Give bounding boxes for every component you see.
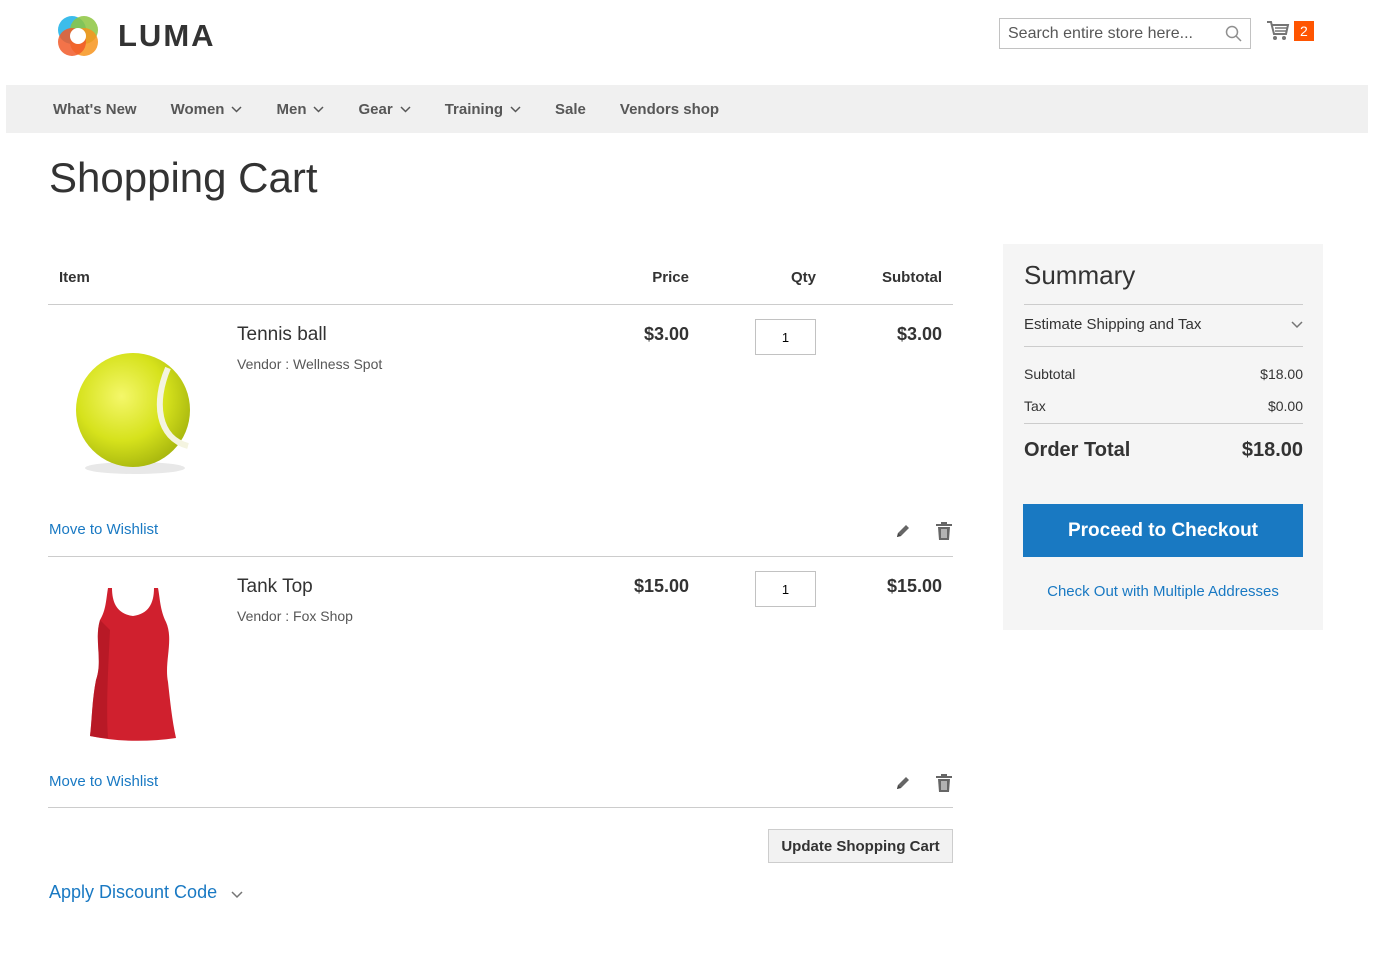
- nav-item-label: Sale: [555, 100, 586, 118]
- subtotal-label: Subtotal: [1024, 366, 1076, 382]
- nav-item-label: Women: [170, 100, 225, 118]
- multiple-addresses-link[interactable]: Check Out with Multiple Addresses: [1003, 583, 1323, 600]
- minicart[interactable]: 2: [1266, 20, 1314, 42]
- nav-item-women[interactable]: Women: [171, 101, 243, 118]
- column-header-price: Price: [652, 269, 689, 286]
- product-name-link[interactable]: Tennis ball: [237, 324, 327, 346]
- product-vendor: Vendor : Wellness Spot: [237, 356, 383, 372]
- product-subtotal: $15.00: [886, 576, 942, 596]
- pencil-icon[interactable]: [894, 522, 912, 540]
- nav-item-label: Gear: [358, 100, 393, 118]
- chevron-down-icon: [313, 105, 325, 113]
- order-total-label: Order Total: [1024, 439, 1131, 461]
- page-title: Shopping Cart: [49, 154, 318, 201]
- product-image-tennis-ball[interactable]: [48, 318, 218, 488]
- product-name-link[interactable]: Tank Top: [237, 576, 313, 598]
- product-image-tank-top[interactable]: [48, 570, 218, 750]
- search-box[interactable]: [999, 18, 1251, 49]
- update-shopping-cart-button[interactable]: Update Shopping Cart: [768, 829, 953, 863]
- product-vendor: Vendor : Fox Shop: [237, 608, 353, 624]
- divider: [48, 807, 953, 808]
- proceed-to-checkout-button[interactable]: Proceed to Checkout: [1023, 504, 1303, 557]
- discount-label: Apply Discount Code: [49, 882, 218, 902]
- column-header-subtotal: Subtotal: [882, 269, 942, 286]
- summary-title: Summary: [1024, 260, 1136, 290]
- estimate-shipping-toggle[interactable]: Estimate Shipping and Tax: [1024, 316, 1303, 333]
- qty-input[interactable]: [755, 571, 816, 607]
- store-logo[interactable]: LUMA: [52, 8, 252, 64]
- product-subtotal: $3.00: [896, 324, 942, 344]
- search-icon[interactable]: [1225, 25, 1242, 42]
- chevron-down-icon: [400, 105, 411, 113]
- qty-input[interactable]: [755, 319, 816, 355]
- subtotal-value: $18.00: [1260, 366, 1303, 382]
- logo-text: LUMA: [118, 18, 216, 53]
- nav-item-label: Men: [276, 100, 307, 118]
- nav-item-sale[interactable]: Sale: [555, 101, 586, 118]
- divider: [1024, 346, 1303, 347]
- nav-item-label: Training: [444, 100, 504, 118]
- nav-item-whats-new[interactable]: What's New: [53, 101, 137, 118]
- subtotal-row: Subtotal $18.00: [1024, 366, 1303, 382]
- nav-item-training[interactable]: Training: [445, 101, 521, 118]
- divider: [48, 556, 953, 557]
- tank-top-image: [90, 588, 176, 741]
- apply-discount-code-toggle[interactable]: Apply Discount Code: [49, 882, 243, 903]
- chevron-down-icon: [1291, 320, 1303, 328]
- cart-icon[interactable]: [1266, 20, 1290, 42]
- move-to-wishlist-link[interactable]: Move to Wishlist: [49, 521, 158, 538]
- column-header-item: Item: [59, 269, 90, 286]
- tax-label: Tax: [1024, 398, 1046, 414]
- product-price: $3.00: [643, 324, 689, 344]
- tax-row: Tax $0.00: [1024, 398, 1303, 414]
- chevron-down-icon: [231, 890, 243, 898]
- search-input[interactable]: [1000, 19, 1226, 48]
- nav-item-gear[interactable]: Gear: [358, 100, 411, 118]
- order-summary: Summary Estimate Shipping and Tax Subtot…: [1003, 244, 1323, 630]
- trash-icon[interactable]: [935, 521, 953, 541]
- pencil-icon[interactable]: [894, 774, 912, 792]
- nav-item-vendors-shop[interactable]: Vendors shop: [620, 101, 719, 118]
- cart-count-badge: 2: [1294, 21, 1314, 41]
- nav-item-men[interactable]: Men: [276, 100, 325, 118]
- nav-item-label: Vendors shop: [619, 100, 720, 118]
- divider: [48, 304, 953, 305]
- luma-logo-icon: [58, 16, 98, 56]
- column-header-qty: Qty: [790, 269, 816, 286]
- product-price: $15.00: [633, 576, 689, 596]
- nav-item-label: What's New: [53, 100, 137, 118]
- tennis-ball-image: [76, 353, 190, 474]
- main-navigation: What's New Women Men Gear Training Sale …: [6, 85, 1368, 133]
- chevron-down-icon: [231, 105, 243, 113]
- tax-value: $0.00: [1267, 398, 1303, 414]
- move-to-wishlist-link[interactable]: Move to Wishlist: [49, 773, 158, 790]
- order-total-row: Order Total $18.00: [1024, 439, 1303, 462]
- divider: [1024, 304, 1303, 305]
- chevron-down-icon: [510, 105, 521, 113]
- order-total-value: $18.00: [1241, 439, 1303, 461]
- divider: [1024, 423, 1303, 424]
- estimate-label: Estimate Shipping and Tax: [1024, 316, 1202, 333]
- trash-icon[interactable]: [935, 773, 953, 793]
